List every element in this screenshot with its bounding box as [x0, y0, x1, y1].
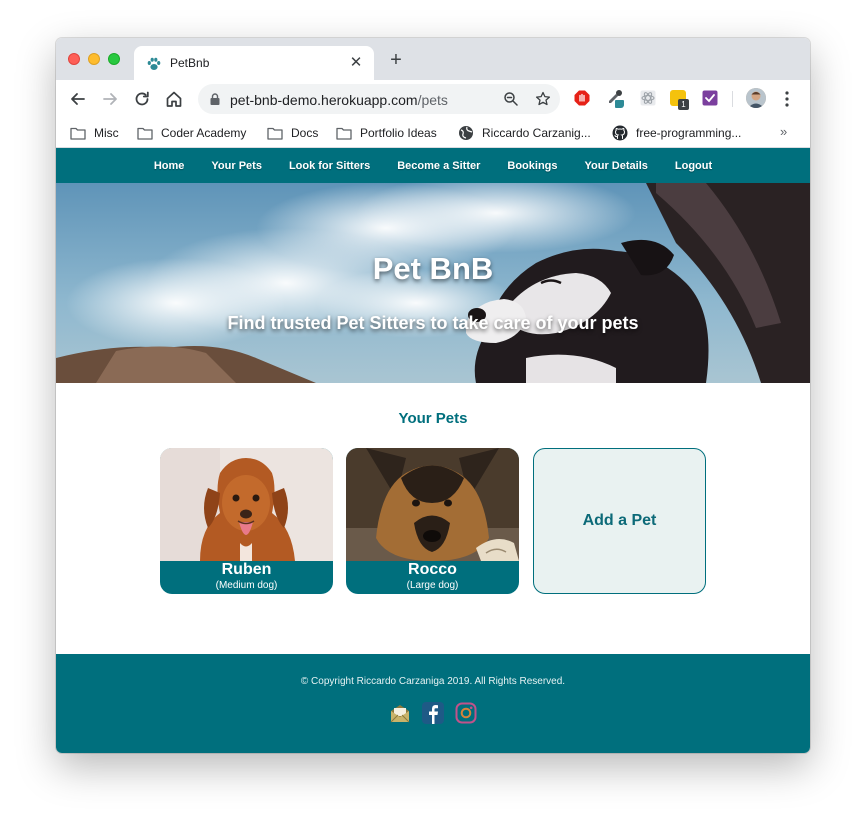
url-path: /pets — [417, 92, 448, 108]
bookmark-coder-academy[interactable]: Coder Academy — [137, 124, 246, 142]
bookmark-free-programming[interactable]: free-programming... — [612, 124, 741, 142]
nav-bookings[interactable]: Bookings — [507, 160, 557, 172]
nav-become-a-sitter[interactable]: Become a Sitter — [397, 160, 480, 172]
star-icon[interactable] — [535, 91, 551, 107]
pet-photo-rocco — [346, 448, 519, 561]
more-menu-icon[interactable] — [784, 90, 790, 108]
nav-your-details[interactable]: Your Details — [585, 160, 648, 172]
adblock-extension-icon[interactable] — [574, 90, 590, 106]
tab-close-icon[interactable]: ✕ — [348, 53, 364, 71]
avatar-image — [746, 88, 766, 108]
bookmarks-bar: Misc Coder Academy Docs Portfolio Ideas … — [56, 118, 810, 148]
notes-extension-icon[interactable]: 1 — [670, 90, 689, 110]
home-icon[interactable] — [164, 89, 184, 109]
add-pet-label: Add a Pet — [582, 512, 657, 529]
url-host: pet-bnb-demo.herokuapp.com — [230, 92, 418, 108]
pet-name: Ruben — [221, 561, 272, 578]
bookmark-label: Docs — [291, 126, 319, 140]
copyright-text: © Copyright Riccardo Carzaniga 2019. All… — [300, 676, 566, 687]
github-icon — [612, 125, 628, 141]
bookmark-misc[interactable]: Misc — [70, 124, 119, 142]
window-minimize-button[interactable] — [88, 53, 100, 65]
new-tab-button[interactable]: + — [386, 50, 406, 70]
your-pets-heading: Your Pets — [398, 410, 468, 427]
url-text: pet-bnb-demo.herokuapp.com/pets — [230, 92, 448, 108]
checklist-extension-icon[interactable] — [702, 90, 718, 106]
site-navbar: Home Your Pets Look for Sitters Become a… — [56, 148, 810, 183]
nav-logout[interactable]: Logout — [675, 160, 712, 172]
pet-size: (Large dog) — [406, 580, 459, 591]
lock-icon — [210, 93, 220, 105]
bookmark-label: free-programming... — [636, 126, 742, 140]
nav-look-for-sitters[interactable]: Look for Sitters — [289, 160, 370, 172]
pet-card-rocco[interactable]: Rocco (Large dog) — [346, 448, 519, 594]
pet-name: Rocco — [408, 561, 457, 578]
folder-icon — [336, 127, 352, 140]
zoom-icon[interactable] — [503, 91, 519, 107]
bookmark-label: Riccardo Carzanig... — [482, 126, 591, 140]
bookmarks-overflow-icon[interactable]: » — [780, 124, 787, 139]
add-pet-button[interactable]: Add a Pet — [533, 448, 706, 594]
react-devtools-extension-icon[interactable] — [640, 90, 656, 106]
bookmark-label: Misc — [94, 126, 119, 140]
toolbar-divider — [732, 91, 733, 107]
pet-size: (Medium dog) — [215, 580, 278, 591]
title-bar: PetBnb ✕ + — [56, 38, 810, 80]
bookmark-docs[interactable]: Docs — [267, 124, 318, 142]
bookmark-riccardo[interactable]: Riccardo Carzanig... — [458, 124, 591, 142]
eyedropper-extension-icon[interactable] — [606, 88, 624, 108]
nav-your-pets[interactable]: Your Pets — [211, 160, 262, 172]
reload-icon[interactable] — [132, 89, 152, 109]
pet-card-ruben[interactable]: Ruben (Medium dog) — [160, 448, 333, 594]
browser-toolbar: pet-bnb-demo.herokuapp.com/pets 1 — [56, 80, 810, 118]
back-arrow-icon[interactable] — [68, 89, 88, 109]
window-maximize-button[interactable] — [108, 53, 120, 65]
bookmark-label: Coder Academy — [161, 126, 247, 140]
tab-title: PetBnb — [170, 56, 210, 70]
hero-banner: Pet BnB Find trusted Pet Sitters to take… — [56, 183, 810, 383]
extension-badge: 1 — [678, 99, 689, 110]
nav-home[interactable]: Home — [154, 160, 185, 172]
bookmark-portfolio-ideas[interactable]: Portfolio Ideas — [336, 124, 437, 142]
facebook-icon[interactable] — [422, 702, 444, 724]
address-bar[interactable]: pet-bnb-demo.herokuapp.com/pets — [198, 84, 560, 114]
pet-photo-ruben — [160, 448, 333, 561]
folder-icon — [70, 127, 86, 140]
site-footer: © Copyright Riccardo Carzaniga 2019. All… — [56, 654, 810, 753]
email-icon[interactable] — [389, 702, 411, 724]
globe-icon — [459, 126, 473, 140]
bookmark-label: Portfolio Ideas — [360, 126, 437, 140]
instagram-icon[interactable] — [455, 702, 477, 724]
browser-window: PetBnb ✕ + pet-bnb-demo.herokuapp.com/pe… — [56, 38, 810, 753]
hero-subtitle: Find trusted Pet Sitters to take care of… — [227, 313, 639, 333]
profile-avatar[interactable] — [746, 88, 766, 108]
web-page: Home Your Pets Look for Sitters Become a… — [56, 148, 810, 753]
browser-tab[interactable]: PetBnb ✕ — [134, 46, 374, 80]
folder-icon — [137, 127, 153, 140]
forward-arrow-icon[interactable] — [100, 89, 120, 109]
desktop: PetBnb ✕ + pet-bnb-demo.herokuapp.com/pe… — [0, 0, 866, 828]
hero-title: Pet BnB — [372, 251, 494, 286]
window-close-button[interactable] — [68, 53, 80, 65]
paw-icon — [147, 57, 161, 70]
folder-icon — [267, 127, 283, 140]
